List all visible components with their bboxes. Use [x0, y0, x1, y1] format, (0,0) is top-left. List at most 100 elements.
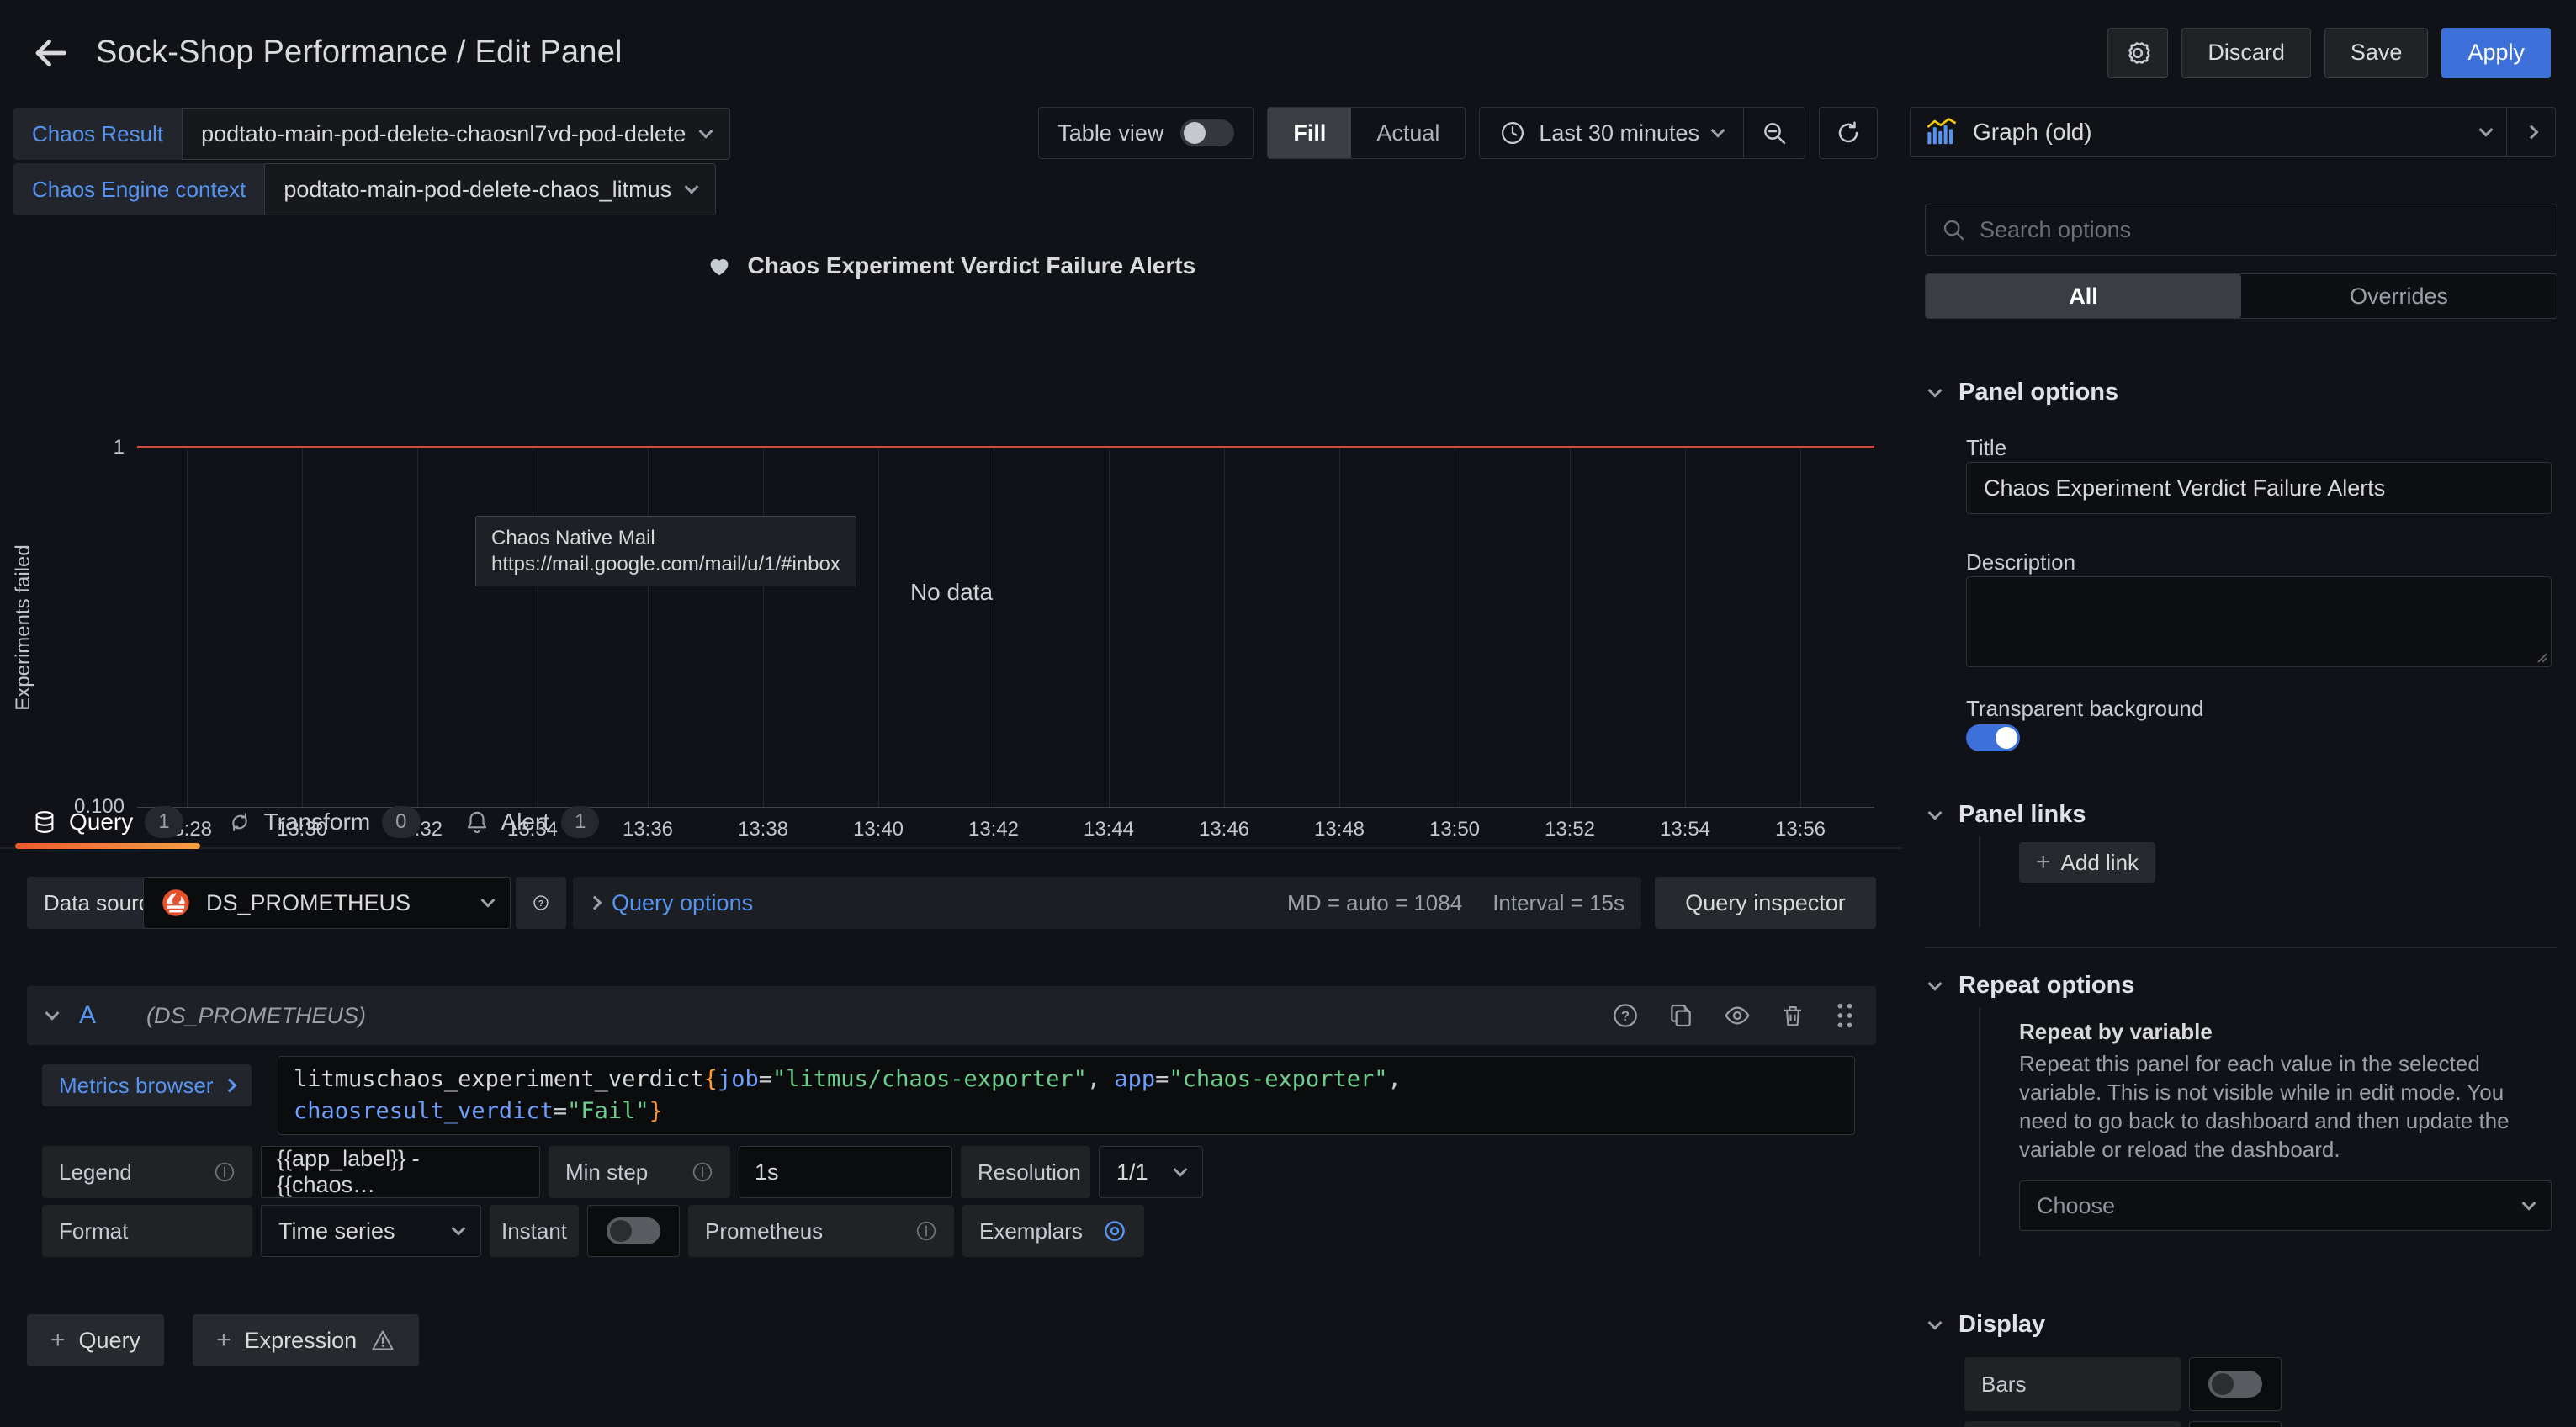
repeat-by-variable-label: Repeat by variable — [2019, 1019, 2213, 1045]
gear-icon — [2123, 39, 2152, 67]
query-row-header[interactable]: A (DS_PROMETHEUS) ? — [27, 986, 1876, 1045]
repeat-description: Repeat this panel for each value in the … — [2019, 1049, 2554, 1164]
search-options-box[interactable]: Search options — [1925, 204, 2557, 256]
chevron-down-icon — [481, 894, 496, 908]
tooltip-link-url: https://mail.google.com/mail/u/1/#inbox — [491, 551, 840, 577]
tab-count-badge: 1 — [561, 806, 599, 838]
gridline — [648, 448, 649, 808]
section-divider — [1925, 947, 2557, 948]
back-button[interactable] — [25, 28, 76, 78]
transparent-background-toggle[interactable] — [1966, 724, 2020, 751]
visualization-picker: Graph (old) — [1910, 107, 2556, 157]
tab-all[interactable]: All — [1926, 274, 2241, 318]
instant-toggle-box — [587, 1205, 680, 1257]
main-area: Chaos Result podtato-main-pod-delete-cha… — [0, 105, 2576, 1427]
variable-chaos-result: Chaos Result podtato-main-pod-delete-cha… — [13, 108, 730, 160]
zoom-out-time-button[interactable] — [1743, 108, 1805, 158]
metrics-browser-button[interactable]: Metrics browser — [42, 1064, 252, 1106]
variable-value-dropdown[interactable]: podtato-main-pod-delete-chaosnl7vd-pod-d… — [182, 108, 730, 160]
y-tick-1: 1 — [32, 436, 125, 459]
chevron-down-icon — [1711, 124, 1725, 138]
repeat-variable-select[interactable]: Choose — [2019, 1180, 2552, 1231]
format-select[interactable]: Time series — [261, 1205, 481, 1257]
save-button[interactable]: Save — [2324, 28, 2429, 78]
section-repeat-options[interactable]: Repeat options — [1930, 972, 2134, 1000]
query-options-link[interactable]: Query options — [612, 890, 753, 916]
tab-label: Alert — [501, 809, 550, 836]
min-step-input[interactable]: 1s — [739, 1146, 952, 1198]
chevron-down-icon — [1174, 1163, 1188, 1177]
tab-count-badge: 0 — [382, 806, 420, 838]
resize-handle-icon[interactable] — [2534, 650, 2547, 663]
apply-button[interactable]: Apply — [2441, 28, 2551, 78]
table-view-toggle[interactable] — [1180, 119, 1234, 146]
discard-button[interactable]: Discard — [2181, 28, 2311, 78]
duplicate-icon[interactable] — [1667, 1002, 1694, 1029]
panel-settings-button[interactable] — [2107, 28, 2168, 78]
chevron-down-icon — [685, 180, 699, 194]
exemplars-eye-icon[interactable] — [1102, 1218, 1127, 1244]
chevron-right-icon — [2524, 125, 2538, 140]
data-source-picker[interactable]: DS_PROMETHEUS — [143, 877, 511, 929]
tab-transform[interactable]: Transform 0 — [205, 797, 443, 847]
gridline — [417, 448, 418, 808]
actual-option[interactable]: Actual — [1351, 108, 1465, 158]
prometheus-type-box: Prometheus — [688, 1205, 954, 1257]
add-link-button[interactable]: + Add link — [2019, 842, 2155, 883]
tab-query[interactable]: Query 1 — [10, 797, 205, 847]
refresh-icon — [1835, 119, 1862, 146]
variable-value-dropdown[interactable]: podtato-main-pod-delete-chaos_litmus — [264, 163, 716, 215]
tooltip-link-title: Chaos Native Mail — [491, 525, 840, 551]
plus-icon: + — [50, 1326, 66, 1355]
section-display[interactable]: Display — [1930, 1311, 2045, 1339]
header-actions: Discard Save Apply — [2107, 28, 2551, 78]
variable-value-text: podtato-main-pod-delete-chaosnl7vd-pod-d… — [201, 121, 686, 147]
active-tab-underline — [15, 843, 200, 849]
no-data-message: No data — [0, 579, 1903, 606]
threshold-line — [137, 446, 1874, 448]
tab-alert[interactable]: Alert 1 — [443, 797, 622, 847]
instant-toggle[interactable] — [607, 1217, 660, 1244]
toggle-viz-picker-button[interactable] — [2506, 108, 2555, 156]
chevron-down-icon — [2522, 1196, 2536, 1211]
chevron-right-icon — [223, 1079, 237, 1093]
query-inspector-button[interactable]: Query inspector — [1655, 877, 1876, 929]
variable-label: Chaos Engine context — [13, 163, 264, 215]
legend-label-box: Legend — [42, 1146, 252, 1198]
refresh-button[interactable] — [1819, 107, 1878, 159]
title-field-label: Title — [1966, 435, 2006, 461]
zoom-out-icon — [1761, 119, 1788, 146]
graph-plot-area[interactable]: 13:2813:3013:3213:3413:3613:3813:4013:42… — [0, 227, 1903, 745]
query-options-bar[interactable]: Query options MD = auto = 1084 Interval … — [573, 877, 1641, 929]
query-ref-id: A — [79, 1001, 96, 1030]
exemplars-box: Exemplars — [962, 1205, 1144, 1257]
panel-title-input[interactable]: Chaos Experiment Verdict Failure Alerts — [1966, 462, 2552, 514]
panel-description-textarea[interactable] — [1966, 576, 2552, 667]
query-datasource-hint: (DS_PROMETHEUS) — [146, 1003, 366, 1029]
bars-toggle[interactable] — [2208, 1371, 2262, 1398]
gridline — [1800, 448, 1801, 808]
legend-format-input[interactable]: {{app_label}} - {{chaos… — [261, 1146, 540, 1198]
visualization-select[interactable]: Graph (old) — [1911, 108, 2506, 156]
fill-option[interactable]: Fill — [1268, 108, 1351, 158]
variable-chaos-engine-context: Chaos Engine context podtato-main-pod-de… — [13, 163, 716, 215]
add-expression-button[interactable]: + Expression — [193, 1314, 419, 1366]
time-range-picker[interactable]: Last 30 minutes — [1480, 108, 1743, 158]
data-source-help-button[interactable]: ? — [516, 877, 566, 929]
collapse-chevron-icon — [45, 1006, 60, 1021]
gridline — [187, 448, 188, 808]
promql-expression-editor[interactable]: litmuschaos_experiment_verdict{job="litm… — [278, 1056, 1855, 1135]
trash-icon[interactable] — [1780, 1002, 1805, 1029]
eye-icon[interactable] — [1723, 1002, 1752, 1029]
drag-handle-icon[interactable] — [1834, 1001, 1856, 1030]
gridline — [1339, 448, 1340, 808]
grafana-edit-panel: Sock-Shop Performance / Edit Panel Disca… — [0, 0, 2576, 1427]
tab-overrides[interactable]: Overrides — [2241, 274, 2557, 318]
resolution-select[interactable]: 1/1 — [1099, 1146, 1203, 1198]
section-panel-options[interactable]: Panel options — [1930, 379, 2118, 406]
help-circle-icon[interactable]: ? — [1612, 1002, 1639, 1029]
section-panel-links[interactable]: Panel links — [1930, 801, 2086, 829]
prometheus-icon — [161, 888, 191, 918]
add-query-button[interactable]: + Query — [27, 1314, 164, 1366]
search-options-placeholder: Search options — [1980, 217, 2131, 243]
